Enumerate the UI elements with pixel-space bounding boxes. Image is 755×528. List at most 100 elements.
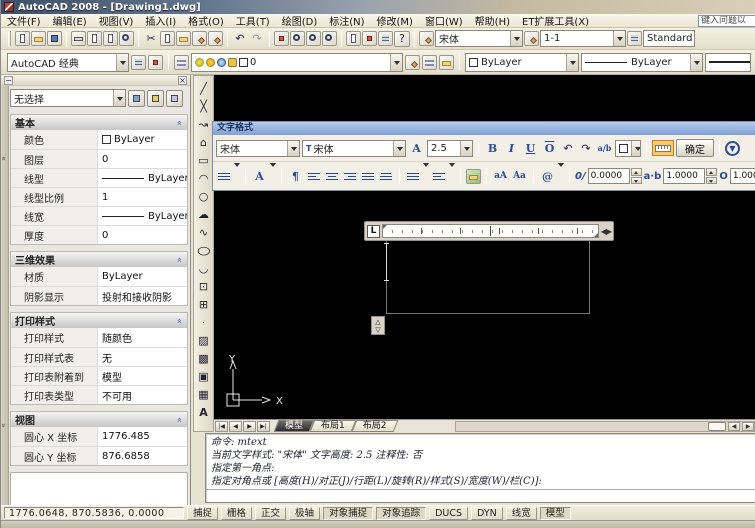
- new-icon[interactable]: [15, 31, 30, 46]
- toggle-lineweight[interactable]: 线宽: [506, 507, 537, 520]
- layer-viewport-freeze-icon[interactable]: [217, 58, 226, 67]
- align-left-icon[interactable]: [306, 168, 322, 184]
- property-row[interactable]: 圆心 X 坐标 1776.485: [11, 427, 187, 446]
- scroll-down-icon[interactable]: »: [0, 423, 8, 428]
- chevron-down-icon[interactable]: [510, 31, 522, 46]
- zoom-previous-icon[interactable]: [322, 31, 337, 46]
- menu-edit[interactable]: 编辑(E): [47, 13, 93, 28]
- point-icon[interactable]: ·: [195, 313, 212, 331]
- ruler-toggle-button[interactable]: [652, 140, 674, 156]
- section-general-header[interactable]: 基本 »: [11, 115, 187, 130]
- tracking-field[interactable]: 1.0000: [663, 168, 717, 184]
- toggle-dyn[interactable]: DYN: [471, 507, 503, 520]
- dim-style-combo[interactable]: 1-1: [540, 30, 626, 47]
- mtext-font-combo[interactable]: T 宋体: [302, 140, 406, 157]
- publish-icon[interactable]: [103, 31, 118, 46]
- text-formatting-title[interactable]: 文字格式: [213, 122, 755, 135]
- hatch-icon[interactable]: ▨: [195, 331, 212, 349]
- layer-properties-manager-icon[interactable]: [174, 55, 189, 70]
- redo-icon[interactable]: ↷: [578, 140, 594, 156]
- chevron-down-icon[interactable]: [613, 31, 625, 46]
- mtext-justification-icon[interactable]: A: [251, 168, 268, 185]
- make-object-layer-current-icon[interactable]: [405, 55, 420, 70]
- zoom-window-icon[interactable]: [306, 31, 321, 46]
- chevron-down-icon[interactable]: [449, 167, 455, 186]
- property-row[interactable]: 打印样式 随颜色: [11, 328, 187, 347]
- menu-insert[interactable]: 插入(I): [139, 13, 182, 28]
- workspace-combo[interactable]: AutoCAD 经典: [7, 53, 129, 72]
- menu-help[interactable]: 帮助(H): [469, 13, 516, 28]
- layer-on-icon[interactable]: [195, 58, 204, 67]
- pan-icon[interactable]: [274, 31, 289, 46]
- menu-window[interactable]: 窗口(W): [419, 13, 469, 28]
- collapse-section-icon[interactable]: »: [175, 257, 185, 263]
- paragraph-icon[interactable]: ¶: [287, 168, 304, 185]
- property-row[interactable]: 阴影显示 投射和接收阴影: [11, 286, 187, 305]
- width-factor-field[interactable]: 1.0000: [730, 168, 755, 184]
- column-width-grips[interactable]: ◀▶: [601, 227, 611, 236]
- tab-layout1[interactable]: 布局1: [312, 420, 354, 432]
- lowercase-button[interactable]: Aa: [511, 168, 528, 185]
- column-height-grip[interactable]: △ ▽: [371, 316, 385, 335]
- first-tab-icon[interactable]: |◀: [215, 421, 228, 432]
- text-height-combo[interactable]: 2.5: [427, 140, 473, 157]
- quick-calc-button[interactable]: [166, 90, 183, 107]
- text-color-combo[interactable]: [615, 140, 641, 157]
- collapse-section-icon[interactable]: »: [175, 120, 185, 126]
- toggle-model[interactable]: 模型: [540, 507, 571, 520]
- toolbar-grip[interactable]: [8, 31, 11, 46]
- ok-button[interactable]: 确定: [676, 139, 714, 157]
- property-row[interactable]: 图层 0: [11, 149, 187, 168]
- sheet-set-manager-icon[interactable]: [346, 31, 361, 46]
- column-tab-button[interactable]: L: [367, 225, 380, 238]
- undo-icon[interactable]: ↶: [560, 140, 576, 156]
- align-right-icon[interactable]: [342, 168, 358, 184]
- chevron-down-icon[interactable]: [423, 167, 429, 186]
- spinner[interactable]: [706, 168, 717, 184]
- line-icon[interactable]: ╱: [195, 79, 212, 97]
- italic-button[interactable]: I: [503, 140, 520, 157]
- stack-fraction-button[interactable]: a/b: [596, 140, 613, 157]
- menu-express-tools[interactable]: ET扩展工具(X): [516, 13, 595, 28]
- property-row[interactable]: 圆心 Y 坐标 876.6858: [11, 446, 187, 465]
- ellipse-arc-icon[interactable]: ◡: [195, 259, 212, 277]
- arc-icon[interactable]: ◠: [195, 169, 212, 187]
- numbering-icon[interactable]: [431, 168, 447, 184]
- toggle-grid[interactable]: 栅格: [221, 507, 252, 520]
- toggle-ortho[interactable]: 正交: [255, 507, 286, 520]
- next-tab-icon[interactable]: ▶: [243, 421, 256, 432]
- scroll-left-icon[interactable]: ◀: [728, 422, 740, 431]
- table-style-combo[interactable]: Standard: [643, 30, 695, 47]
- zoom-realtime-icon[interactable]: [290, 31, 305, 46]
- lineweight-combo[interactable]: [705, 53, 751, 72]
- mtext-style-combo[interactable]: 宋体: [216, 140, 300, 157]
- paste-icon[interactable]: [176, 31, 191, 46]
- overline-button[interactable]: O: [541, 140, 558, 157]
- menu-file[interactable]: 文件(F): [1, 13, 47, 28]
- gradient-icon[interactable]: ▩: [195, 349, 212, 367]
- oblique-angle-field[interactable]: 0.0000: [588, 168, 642, 184]
- collapse-section-icon[interactable]: »: [175, 318, 185, 324]
- save-icon[interactable]: [47, 31, 62, 46]
- quickcalc-icon[interactable]: [378, 31, 393, 46]
- property-row[interactable]: 线型 ByLayer: [11, 168, 187, 187]
- rectangle-icon[interactable]: ▭: [195, 151, 212, 169]
- align-distribute-icon[interactable]: [378, 168, 394, 184]
- property-row[interactable]: 材质 ByLayer: [11, 267, 187, 286]
- chevron-down-icon[interactable]: [460, 141, 472, 156]
- toggle-otrack[interactable]: 对象追踪: [376, 507, 426, 520]
- property-row[interactable]: 打印表类型 不可用: [11, 385, 187, 404]
- menu-dimension[interactable]: 标注(N): [323, 13, 370, 28]
- color-combo[interactable]: ByLayer: [465, 53, 579, 72]
- plot-preview-icon[interactable]: [87, 31, 102, 46]
- underline-button[interactable]: U: [522, 140, 539, 157]
- ellipse-icon[interactable]: ○: [195, 241, 212, 259]
- align-center-icon[interactable]: [324, 168, 340, 184]
- drawing-area[interactable]: 文字格式 宋体 T 宋体 A 2.5 B I U: [214, 75, 755, 432]
- undo-icon[interactable]: ↶: [232, 31, 248, 47]
- options-icon[interactable]: ▼: [725, 141, 740, 156]
- section-view-header[interactable]: 视图 »: [11, 412, 187, 427]
- toggle-snap[interactable]: 捕捉: [187, 507, 218, 520]
- horizontal-scrollbar[interactable]: ◀ ▶: [455, 421, 755, 432]
- menu-tools[interactable]: 工具(T): [230, 13, 276, 28]
